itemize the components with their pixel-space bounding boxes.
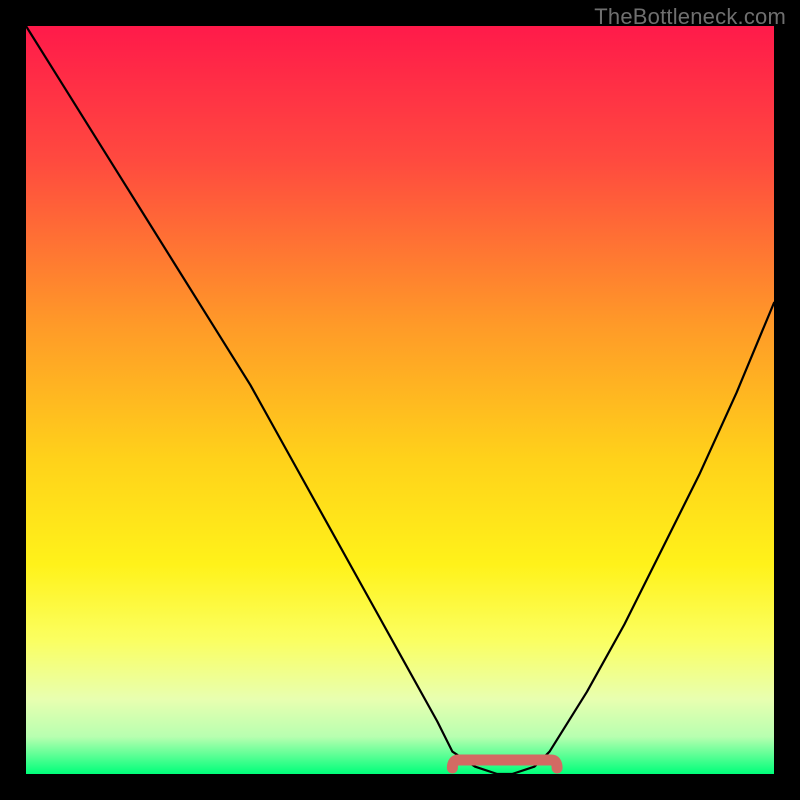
watermark-text: TheBottleneck.com [594, 4, 786, 30]
chart-svg [26, 26, 774, 774]
plot-area [26, 26, 774, 774]
gradient-background [26, 26, 774, 774]
chart-frame: TheBottleneck.com [0, 0, 800, 800]
